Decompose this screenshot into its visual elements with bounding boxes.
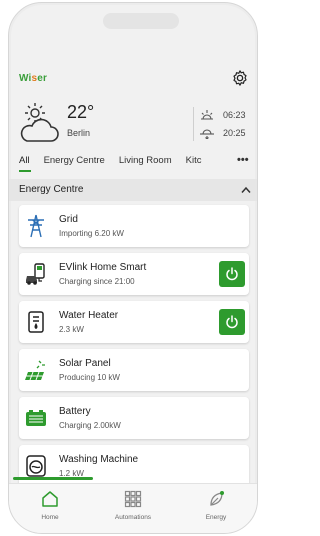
sunrise-time: 06:23 (223, 110, 246, 120)
weather-divider (193, 107, 194, 141)
temperature: 22° (67, 102, 95, 122)
power-icon (226, 267, 238, 281)
leaf-icon (210, 491, 224, 506)
tab-kitchen[interactable]: Kitc (186, 155, 202, 166)
nav-home-label: Home (41, 514, 59, 521)
device-name: Solar Panel (59, 358, 111, 369)
tab-living-room[interactable]: Living Room (119, 155, 172, 166)
chevron-up-icon[interactable] (241, 186, 251, 194)
phone-notch (103, 13, 179, 29)
sunset-time: 20:25 (223, 128, 246, 138)
sunrise-icon (201, 110, 213, 120)
device-status: Importing 6.20 kW (59, 229, 124, 238)
power-icon (226, 315, 238, 329)
grid-tower-icon (28, 214, 44, 238)
device-name: Grid (59, 214, 78, 225)
tab-all[interactable]: All (19, 155, 30, 166)
device-status: 2.3 kW (59, 325, 84, 334)
gear-icon[interactable] (231, 69, 249, 87)
device-card-water-heater[interactable]: Water Heater 2.3 kW (19, 301, 249, 343)
nav-energy[interactable]: Energy (175, 484, 257, 533)
more-tabs-button[interactable]: ••• (237, 154, 249, 166)
bottom-nav: Home Automations Energy (9, 483, 257, 533)
nav-automations[interactable]: Automations (92, 484, 174, 533)
device-name: Water Heater (59, 310, 119, 321)
city-name: Berlin (67, 128, 91, 138)
tab-energy-centre[interactable]: Energy Centre (44, 155, 105, 166)
device-card-washing-machine[interactable]: Washing Machine 1.2 kW (19, 445, 249, 487)
nav-energy-label: Energy (205, 514, 227, 521)
device-name: Washing Machine (59, 454, 139, 465)
battery-icon (26, 410, 46, 426)
ev-charger-icon (26, 263, 45, 285)
device-status: Charging 2.00kW (59, 421, 121, 430)
device-status: Producing 10 kW (59, 373, 120, 382)
brand-logo: Wiser (19, 73, 48, 84)
home-icon (42, 491, 58, 507)
nav-home[interactable]: Home (9, 484, 91, 533)
grid-icon (124, 490, 142, 508)
water-heater-icon (28, 311, 44, 333)
solar-panel-icon (25, 360, 45, 381)
sunset-row: 20:25 (199, 127, 246, 139)
device-card-solar-panel[interactable]: Solar Panel Producing 10 kW (19, 349, 249, 391)
power-toggle-button[interactable] (219, 309, 245, 335)
nav-automations-label: Automations (114, 514, 152, 521)
section-title: Energy Centre (19, 184, 84, 195)
power-toggle-button[interactable] (219, 261, 245, 287)
device-card-grid[interactable]: Grid Importing 6.20 kW (19, 205, 249, 247)
device-status: Charging since 21:00 (59, 277, 135, 286)
sunset-icon (200, 129, 214, 139)
device-card-battery[interactable]: Battery Charging 2.00kW (19, 397, 249, 439)
room-tabs: All Energy Centre Living Room Kitc (19, 155, 251, 166)
device-name: Battery (59, 406, 91, 417)
active-tab-indicator (19, 170, 31, 172)
phone-frame: Wiser 22° Berlin 06:23 20:25 All Energy … (8, 2, 258, 534)
washing-machine-icon (26, 455, 46, 477)
nav-active-indicator (13, 477, 93, 480)
partly-cloudy-icon (20, 103, 59, 142)
sunrise-row: 06:23 (199, 109, 246, 121)
device-card-evlink[interactable]: EVlink Home Smart Charging since 21:00 (19, 253, 249, 295)
device-name: EVlink Home Smart (59, 262, 147, 273)
